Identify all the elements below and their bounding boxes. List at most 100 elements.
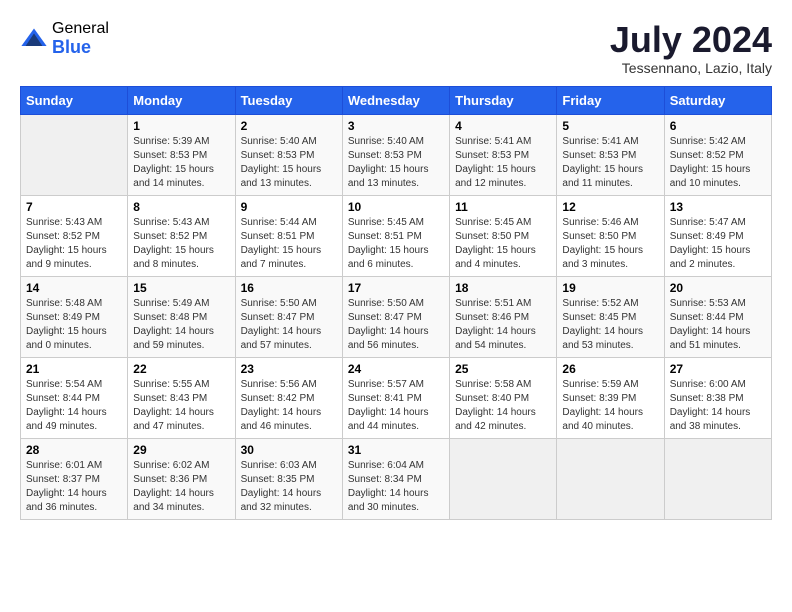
day-info: Sunrise: 5:43 AMSunset: 8:52 PMDaylight:… — [26, 216, 122, 272]
calendar-table: SundayMondayTuesdayWednesdayThursdayFrid… — [20, 86, 772, 520]
day-cell: 3Sunrise: 5:40 AMSunset: 8:53 PMDaylight… — [342, 114, 449, 195]
day-info: Sunrise: 5:51 AMSunset: 8:46 PMDaylight:… — [455, 297, 551, 353]
day-cell: 30 Sunrise: 6:03 AMSunset: 8:35 PMDayligh… — [235, 438, 342, 519]
day-number: 18 — [455, 281, 551, 295]
day-number: 19 — [562, 281, 658, 295]
day-number: 10 — [348, 200, 444, 214]
day-info: Sunrise: 5:41 AMSunset: 8:53 PMDaylight:… — [562, 135, 658, 191]
weekday-header-row: SundayMondayTuesdayWednesdayThursdayFrid… — [21, 86, 772, 114]
day-number: 29 — [133, 443, 229, 457]
day-number: 5 — [562, 119, 658, 133]
day-info: Sunrise: 5:40 AMSunset: 8:53 PMDaylight:… — [241, 135, 337, 191]
month-title: July 2024 — [610, 20, 772, 60]
day-info: Sunrise: 5:39 AMSunset: 8:53 PMDaylight:… — [133, 135, 229, 191]
day-cell: 12Sunrise: 5:46 AMSunset: 8:50 PMDayligh… — [557, 195, 664, 276]
day-number: 30 — [241, 443, 337, 457]
day-cell: 28 Sunrise: 6:01 AMSunset: 8:37 PMDayligh… — [21, 438, 128, 519]
day-number: 11 — [455, 200, 551, 214]
day-info: Sunrise: 5:47 AMSunset: 8:49 PMDaylight:… — [670, 216, 766, 272]
day-cell: 11Sunrise: 5:45 AMSunset: 8:50 PMDayligh… — [450, 195, 557, 276]
week-row-4: 21Sunrise: 5:54 AMSunset: 8:44 PMDayligh… — [21, 357, 772, 438]
day-cell: 7Sunrise: 5:43 AMSunset: 8:52 PMDaylight… — [21, 195, 128, 276]
day-info: Sunrise: 6:02 AMSunset: 8:36 PMDaylight:… — [133, 459, 229, 515]
day-number: 16 — [241, 281, 337, 295]
weekday-header-saturday: Saturday — [664, 86, 771, 114]
day-cell: 24Sunrise: 5:57 AMSunset: 8:41 PMDayligh… — [342, 357, 449, 438]
day-number: 8 — [133, 200, 229, 214]
day-cell: 4 Sunrise: 5:41 AMSunset: 8:53 PMDaylight… — [450, 114, 557, 195]
page-header: General Blue July 2024 Tessennano, Lazio… — [20, 20, 772, 76]
logo-blue: Blue — [52, 38, 109, 58]
day-info: Sunrise: 5:56 AMSunset: 8:42 PMDaylight:… — [241, 378, 337, 434]
day-cell — [21, 114, 128, 195]
day-cell: 26Sunrise: 5:59 AMSunset: 8:39 PMDayligh… — [557, 357, 664, 438]
day-info: Sunrise: 5:44 AMSunset: 8:51 PMDaylight:… — [241, 216, 337, 272]
title-block: July 2024 Tessennano, Lazio, Italy — [610, 20, 772, 76]
logo-general: General — [52, 20, 109, 38]
day-info: Sunrise: 6:01 AMSunset: 8:37 PMDaylight:… — [26, 459, 122, 515]
logo-icon — [20, 25, 48, 53]
day-cell — [450, 438, 557, 519]
day-number: 20 — [670, 281, 766, 295]
day-cell: 19Sunrise: 5:52 AMSunset: 8:45 PMDayligh… — [557, 276, 664, 357]
day-info: Sunrise: 5:48 AMSunset: 8:49 PMDaylight:… — [26, 297, 122, 353]
day-number: 13 — [670, 200, 766, 214]
day-cell: 31 Sunrise: 6:04 AMSunset: 8:34 PMDayligh… — [342, 438, 449, 519]
day-info: Sunrise: 5:50 AMSunset: 8:47 PMDaylight:… — [241, 297, 337, 353]
day-info: Sunrise: 6:00 AMSunset: 8:38 PMDaylight:… — [670, 378, 766, 434]
day-cell — [557, 438, 664, 519]
day-info: Sunrise: 5:40 AMSunset: 8:53 PMDaylight:… — [348, 135, 444, 191]
day-info: Sunrise: 5:45 AMSunset: 8:51 PMDaylight:… — [348, 216, 444, 272]
day-cell: 15Sunrise: 5:49 AMSunset: 8:48 PMDayligh… — [128, 276, 235, 357]
day-info: Sunrise: 5:50 AMSunset: 8:47 PMDaylight:… — [348, 297, 444, 353]
day-info: Sunrise: 5:41 AMSunset: 8:53 PMDaylight:… — [455, 135, 551, 191]
day-cell: 1 Sunrise: 5:39 AMSunset: 8:53 PMDaylight… — [128, 114, 235, 195]
day-cell: 29 Sunrise: 6:02 AMSunset: 8:36 PMDayligh… — [128, 438, 235, 519]
week-row-2: 7Sunrise: 5:43 AMSunset: 8:52 PMDaylight… — [21, 195, 772, 276]
weekday-header-sunday: Sunday — [21, 86, 128, 114]
day-number: 31 — [348, 443, 444, 457]
day-info: Sunrise: 5:54 AMSunset: 8:44 PMDaylight:… — [26, 378, 122, 434]
day-number: 15 — [133, 281, 229, 295]
day-cell: 5 Sunrise: 5:41 AMSunset: 8:53 PMDaylight… — [557, 114, 664, 195]
day-number: 4 — [455, 119, 551, 133]
day-cell: 27 Sunrise: 6:00 AMSunset: 8:38 PMDayligh… — [664, 357, 771, 438]
week-row-5: 28 Sunrise: 6:01 AMSunset: 8:37 PMDayligh… — [21, 438, 772, 519]
day-cell: 22 Sunrise: 5:55 AMSunset: 8:43 PMDayligh… — [128, 357, 235, 438]
weekday-header-wednesday: Wednesday — [342, 86, 449, 114]
logo-text: General Blue — [52, 20, 109, 57]
day-number: 23 — [241, 362, 337, 376]
day-cell: 18 Sunrise: 5:51 AMSunset: 8:46 PMDayligh… — [450, 276, 557, 357]
day-number: 25 — [455, 362, 551, 376]
day-info: Sunrise: 5:53 AMSunset: 8:44 PMDaylight:… — [670, 297, 766, 353]
day-cell: 10 Sunrise: 5:45 AMSunset: 8:51 PMDayligh… — [342, 195, 449, 276]
day-info: Sunrise: 6:04 AMSunset: 8:34 PMDaylight:… — [348, 459, 444, 515]
day-info: Sunrise: 6:03 AMSunset: 8:35 PMDaylight:… — [241, 459, 337, 515]
day-number: 22 — [133, 362, 229, 376]
day-cell: 16 Sunrise: 5:50 AMSunset: 8:47 PMDayligh… — [235, 276, 342, 357]
day-number: 9 — [241, 200, 337, 214]
day-cell: 23 Sunrise: 5:56 AMSunset: 8:42 PMDayligh… — [235, 357, 342, 438]
day-cell: 20 Sunrise: 5:53 AMSunset: 8:44 PMDayligh… — [664, 276, 771, 357]
day-cell — [664, 438, 771, 519]
day-info: Sunrise: 5:57 AMSunset: 8:41 PMDaylight:… — [348, 378, 444, 434]
day-number: 1 — [133, 119, 229, 133]
day-info: Sunrise: 5:58 AMSunset: 8:40 PMDaylight:… — [455, 378, 551, 434]
weekday-header-monday: Monday — [128, 86, 235, 114]
day-number: 12 — [562, 200, 658, 214]
day-number: 14 — [26, 281, 122, 295]
day-cell: 25 Sunrise: 5:58 AMSunset: 8:40 PMDayligh… — [450, 357, 557, 438]
day-cell: 21Sunrise: 5:54 AMSunset: 8:44 PMDayligh… — [21, 357, 128, 438]
day-number: 2 — [241, 119, 337, 133]
day-number: 28 — [26, 443, 122, 457]
day-number: 26 — [562, 362, 658, 376]
day-number: 6 — [670, 119, 766, 133]
day-cell: 6 Sunrise: 5:42 AMSunset: 8:52 PMDaylight… — [664, 114, 771, 195]
day-info: Sunrise: 5:42 AMSunset: 8:52 PMDaylight:… — [670, 135, 766, 191]
day-number: 27 — [670, 362, 766, 376]
day-info: Sunrise: 5:55 AMSunset: 8:43 PMDaylight:… — [133, 378, 229, 434]
day-cell: 9 Sunrise: 5:44 AMSunset: 8:51 PMDaylight… — [235, 195, 342, 276]
weekday-header-thursday: Thursday — [450, 86, 557, 114]
location: Tessennano, Lazio, Italy — [610, 60, 772, 76]
day-cell: 8Sunrise: 5:43 AMSunset: 8:52 PMDaylight… — [128, 195, 235, 276]
